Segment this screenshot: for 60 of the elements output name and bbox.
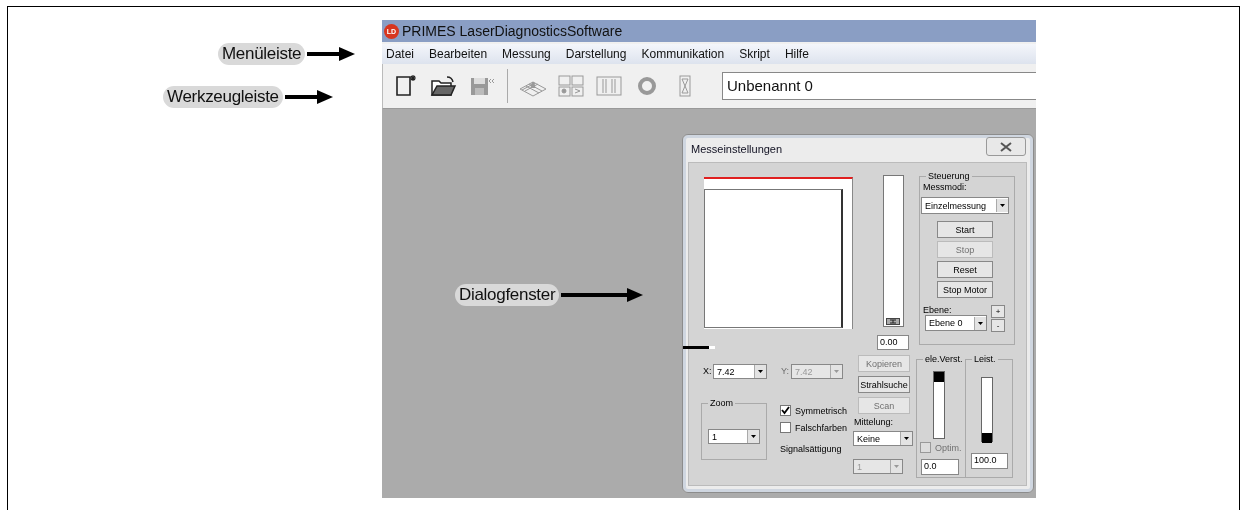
slider-thumb[interactable]	[982, 433, 992, 443]
window-title: PRIMES LaserDiagnosticsSoftware	[402, 23, 623, 39]
caret-icon	[747, 430, 759, 443]
group-title: ele.Verst.	[924, 354, 964, 364]
checkbox[interactable]	[780, 422, 791, 433]
z-value-field[interactable]: 0.00	[877, 335, 909, 350]
x-label: X:	[703, 366, 712, 376]
close-icon	[1000, 141, 1012, 152]
caret-icon	[754, 365, 766, 378]
document-name-field[interactable]: Unbenannt 0	[722, 72, 1036, 100]
mode-dropdown[interactable]: Einzelmessung	[921, 197, 1009, 214]
slider-line	[683, 346, 715, 350]
callout-arrow	[307, 47, 356, 61]
dialog-button[interactable]: Start	[937, 221, 993, 238]
caret-icon	[890, 460, 902, 473]
y-label: Y:	[781, 366, 789, 376]
group-title: Steuerung	[927, 171, 971, 181]
slider-thumb[interactable]	[934, 372, 944, 382]
dialog-button[interactable]: Stop Motor	[937, 281, 993, 298]
group-title: Leist.	[973, 354, 997, 364]
mode-label: Messmodi:	[923, 182, 967, 192]
grip-icon[interactable]	[886, 318, 900, 325]
menu-item[interactable]: Hilfe	[784, 47, 809, 61]
menu-item[interactable]: Darstellung	[565, 47, 627, 61]
dialog-button[interactable]: Reset	[937, 261, 993, 278]
checkbox-label: Symmetrisch	[795, 405, 847, 416]
step-button[interactable]: -	[991, 319, 1005, 332]
group-title: Zoom	[709, 398, 734, 408]
averaging-label: Mittelung:	[854, 417, 894, 427]
step-button[interactable]: +	[991, 305, 1005, 318]
menu-item[interactable]: Skript	[739, 47, 770, 61]
menu-item[interactable]: Datei	[386, 47, 414, 61]
gain-slider[interactable]	[933, 371, 945, 439]
power-value-field[interactable]: 100.0	[971, 453, 1008, 469]
saturation-label: Signalsättigung	[780, 444, 842, 454]
power-slider[interactable]	[981, 377, 993, 442]
averaging-dropdown[interactable]: Keine	[853, 431, 913, 446]
checkbox-label: Falschfarben	[795, 422, 848, 433]
checkbox[interactable]	[780, 405, 791, 416]
caret-icon	[996, 199, 1008, 212]
menu-item[interactable]: Kommunikation	[641, 47, 725, 61]
menu-item[interactable]: Bearbeiten	[429, 47, 488, 61]
callout-label: Menüleiste	[218, 43, 306, 65]
callout-arrow	[284, 90, 333, 104]
zoom-dropdown[interactable]: 1	[708, 429, 760, 444]
callout-label: Werkzeugleiste	[163, 86, 283, 108]
gain-value-field[interactable]: 0.0	[921, 459, 959, 475]
caret-icon	[974, 316, 986, 330]
open-folder-icon[interactable]	[429, 73, 459, 99]
plane-label: Ebene:	[923, 305, 952, 315]
plane-dropdown[interactable]: Ebene 0	[925, 315, 987, 331]
dialog-button[interactable]: Strahlsuche	[858, 376, 910, 393]
checkbox-label: Optim.	[935, 442, 962, 453]
caret-icon	[830, 365, 842, 378]
caret-icon	[900, 432, 912, 445]
menu-item[interactable]: Messung	[502, 47, 551, 61]
close-button[interactable]	[986, 137, 1026, 156]
x-dropdown[interactable]: 7.42	[713, 364, 767, 379]
callout-label: Dialogfenster	[455, 284, 560, 306]
dialog-title: Messeinstellungen	[691, 143, 783, 155]
